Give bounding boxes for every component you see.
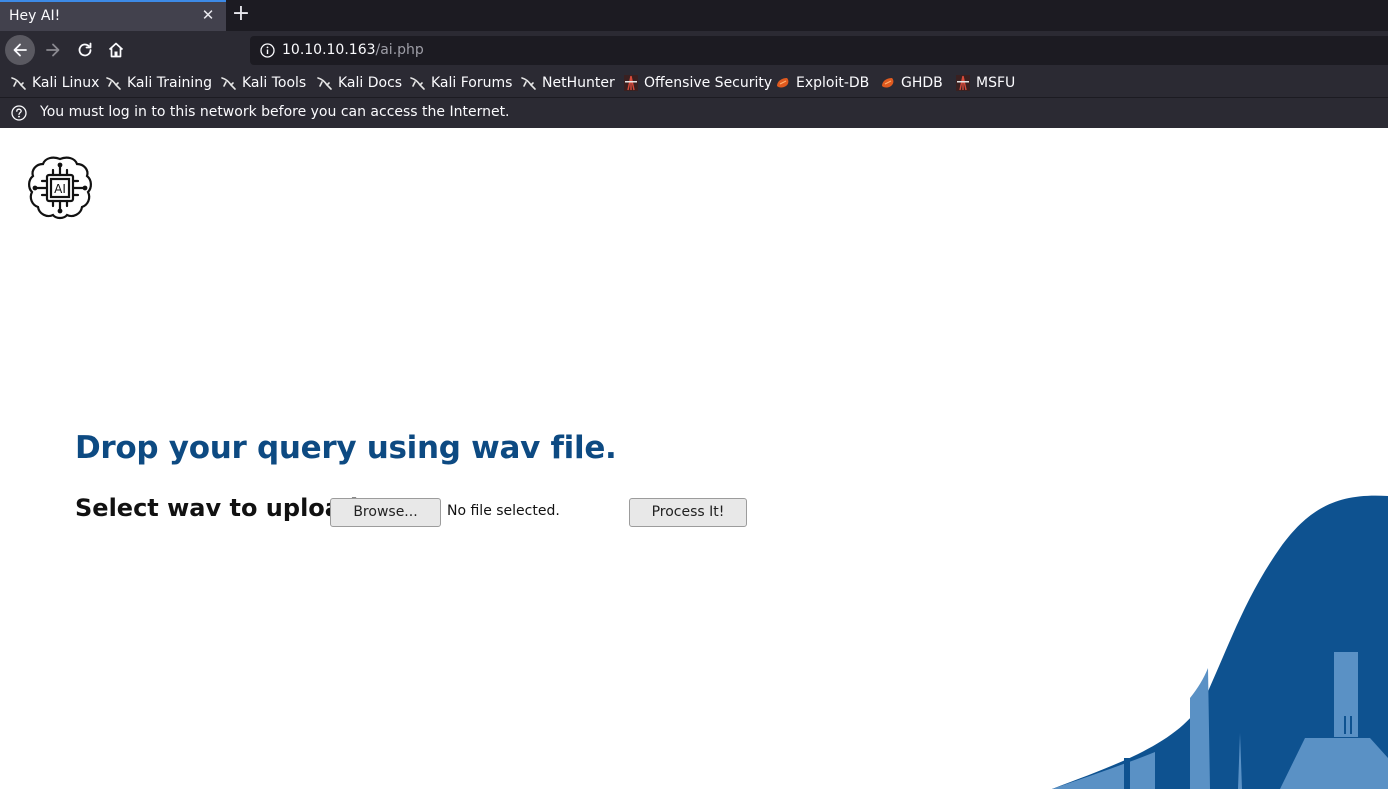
kali-dragon-icon [221, 77, 236, 90]
notice-text: You must log in to this network before y… [40, 104, 510, 120]
browse-button[interactable]: Browse... [330, 498, 441, 527]
page-content: AI Drop your query using wav file. Selec… [0, 128, 1388, 789]
new-tab-icon[interactable]: + [230, 3, 252, 25]
bookmark-label: Kali Docs [338, 75, 403, 91]
reload-button[interactable] [70, 35, 100, 65]
bookmark-label: Exploit-DB [796, 75, 870, 91]
forward-arrow-icon [46, 43, 60, 57]
exploitdb-icon [777, 78, 789, 88]
url-path: /ai.php [375, 42, 424, 58]
bookmark-offensive-security[interactable]: Offensive Security [623, 74, 772, 92]
bookmark-label: Kali Tools [242, 75, 307, 91]
offsec-icon [956, 75, 970, 91]
bookmark-label: Kali Linux [32, 75, 100, 91]
kali-dragon-icon [106, 77, 121, 90]
file-status-text: No file selected. [447, 503, 560, 519]
reload-icon [78, 42, 92, 57]
bookmark-kali-training[interactable]: Kali Training [106, 74, 212, 92]
kali-dragon-icon [317, 77, 332, 90]
url-text: 10.10.10.163/ai.php [282, 42, 424, 58]
bookmark-kali-tools[interactable]: Kali Tools [221, 74, 306, 92]
logo-text: AI [54, 182, 66, 196]
page-heading: Drop your query using wav file. [75, 430, 617, 466]
bookmark-label: NetHunter [542, 75, 615, 91]
address-bar[interactable]: 10.10.10.163/ai.php [250, 36, 1388, 65]
bookmark-label: GHDB [901, 75, 943, 91]
site-info-icon[interactable] [260, 43, 275, 58]
decorative-wave-graphic [1052, 495, 1388, 789]
tab-close-icon[interactable]: ✕ [199, 6, 217, 24]
kali-dragon-icon [521, 77, 536, 90]
back-arrow-icon [13, 43, 27, 57]
forward-button[interactable] [38, 35, 68, 65]
kali-dragon-icon [410, 77, 425, 90]
help-icon [11, 105, 27, 121]
tab-active[interactable]: Hey AI! ✕ [0, 0, 226, 31]
bookmark-label: MSFU [976, 75, 1016, 91]
back-button[interactable] [5, 35, 35, 65]
exploitdb-icon [882, 78, 894, 88]
bookmark-kali-linux[interactable]: Kali Linux [11, 74, 99, 92]
upload-label: Select wav to upload: [75, 494, 368, 522]
bookmark-label: Kali Training [127, 75, 212, 91]
bookmark-msfu[interactable]: MSFU [955, 74, 1015, 92]
bookmark-label: Offensive Security [644, 75, 773, 91]
bookmark-ghdb[interactable]: GHDB [880, 74, 943, 92]
bookmark-kali-docs[interactable]: Kali Docs [317, 74, 402, 92]
tab-strip: Hey AI! ✕ + [0, 0, 1388, 31]
bookmark-label: Kali Forums [431, 75, 513, 91]
kali-dragon-icon [11, 77, 26, 90]
captive-portal-notification: You must log in to this network before y… [0, 97, 1388, 128]
url-host: 10.10.10.163 [282, 42, 376, 58]
navigation-toolbar: 10.10.10.163/ai.php [0, 31, 1388, 69]
home-button[interactable] [101, 35, 131, 65]
home-icon [108, 42, 124, 58]
process-button[interactable]: Process It! [629, 498, 747, 527]
tab-title: Hey AI! [9, 8, 61, 24]
bookmark-kali-forums[interactable]: Kali Forums [410, 74, 512, 92]
bookmark-nethunter[interactable]: NetHunter [521, 74, 615, 92]
offsec-icon [624, 75, 638, 91]
bookmark-exploit-db[interactable]: Exploit-DB [775, 74, 869, 92]
ai-brain-logo: AI [28, 156, 92, 220]
bookmarks-toolbar: Kali Linux Kali Training Kali Tools Kali… [0, 69, 1388, 97]
